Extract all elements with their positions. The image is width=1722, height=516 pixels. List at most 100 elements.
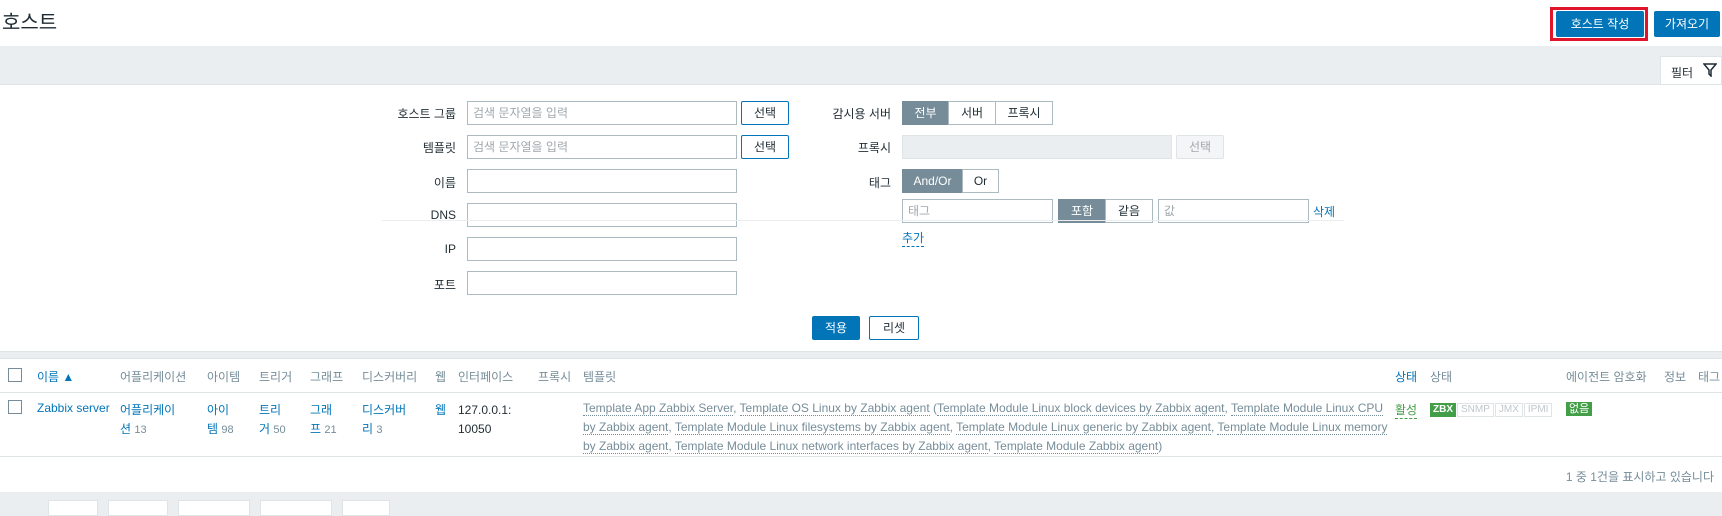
column-web: 웹	[435, 370, 447, 384]
monitored-by-any[interactable]: 전부	[902, 101, 949, 125]
template-link[interactable]: Template Module Zabbix agent	[994, 439, 1159, 454]
template-separator: ,	[668, 420, 675, 434]
column-availability: 상태	[1430, 370, 1453, 384]
mass-action-button[interactable]	[48, 500, 98, 516]
applications-count: 13	[134, 424, 147, 436]
graphs-link[interactable]: 그래	[310, 403, 332, 417]
table-stats: 1 중 1건을 표시하고 있습니다	[1565, 470, 1714, 484]
encryption-badge: 없음	[1566, 402, 1593, 416]
monitored-by-segment: 전부 서버 프록시	[902, 101, 1053, 125]
applications-link-cont[interactable]: 션	[120, 422, 131, 436]
mass-action-button[interactable]	[260, 500, 332, 516]
triggers-link-cont[interactable]: 거	[259, 422, 270, 436]
funnel-icon	[1703, 63, 1717, 77]
status-link[interactable]: 활성	[1395, 401, 1418, 419]
column-graphs: 그래프	[310, 370, 344, 384]
dns-input[interactable]	[467, 203, 737, 227]
filter-separator	[382, 220, 1344, 221]
column-templates: 템플릿	[583, 370, 617, 384]
templates-cell: Template App Zabbix Server, Template OS …	[583, 399, 1388, 456]
interface-cell: 127.0.0.1: 10050	[458, 401, 511, 439]
template-separator: ,	[668, 439, 675, 453]
template-separator: ,	[733, 401, 740, 415]
ipmi-badge: IPMI	[1523, 403, 1553, 417]
row-separator	[0, 456, 1722, 457]
monitored-by-server[interactable]: 서버	[948, 101, 996, 125]
snmp-badge: SNMP	[1457, 403, 1494, 417]
column-items: 아이템	[207, 370, 241, 384]
template-paren-close: )	[1158, 439, 1163, 453]
column-proxy: 프록시	[538, 370, 572, 384]
mass-action-button[interactable]	[342, 500, 390, 516]
ip-label: IP	[444, 242, 456, 256]
ip-input[interactable]	[467, 237, 737, 261]
port-input[interactable]	[467, 271, 737, 295]
availability-badges: ZBX SNMP JMX IPMI	[1430, 401, 1553, 417]
tag-remove-link[interactable]: 삭제	[1313, 203, 1336, 221]
tags-operator-segment: And/Or Or	[902, 169, 999, 193]
applications-link[interactable]: 어플리케이	[120, 403, 175, 417]
filter-tab-label: 필터	[1671, 66, 1694, 80]
column-triggers: 트리거	[259, 370, 293, 384]
zbx-badge: ZBX	[1430, 403, 1456, 417]
proxy-select-button: 선택	[1176, 135, 1224, 159]
template-input[interactable]	[467, 135, 737, 159]
template-link[interactable]: Template Module Linux block devices by Z…	[937, 401, 1225, 416]
discovery-cell: 디스커버 리 3	[362, 401, 406, 440]
template-link[interactable]: Template Module Linux generic by Zabbix …	[956, 420, 1211, 435]
monitored-by-proxy[interactable]: 프록시	[995, 101, 1053, 125]
graphs-link-cont[interactable]: 프	[310, 422, 321, 436]
encryption-badge-wrap: 없음	[1566, 401, 1593, 416]
discovery-count: 3	[376, 424, 383, 436]
tags-label: 태그	[868, 176, 891, 190]
template-paren-open: (	[929, 401, 937, 415]
page-title: 호스트	[2, 12, 58, 34]
triggers-count: 50	[273, 424, 286, 436]
row-checkbox[interactable]	[8, 400, 22, 414]
template-link[interactable]: Template Module Linux filesystems by Zab…	[674, 420, 950, 435]
column-discovery: 디스커버리	[362, 370, 418, 384]
web-link[interactable]: 웹	[435, 401, 446, 418]
filter-panel	[0, 84, 1722, 352]
host-name-link[interactable]: Zabbix server	[37, 401, 110, 415]
mass-action-button[interactable]	[178, 500, 250, 516]
host-group-input[interactable]	[467, 101, 737, 125]
items-link-cont[interactable]: 템	[207, 422, 218, 436]
monitored-by-label: 감시용 서버	[832, 107, 891, 121]
header-separator	[0, 392, 1722, 393]
tags-operator-or[interactable]: Or	[962, 169, 999, 193]
tags-operator-andor[interactable]: And/Or	[902, 169, 963, 193]
discovery-link[interactable]: 디스커버	[362, 403, 406, 417]
template-link[interactable]: Template OS Linux by Zabbix agent	[739, 401, 930, 416]
filter-tab[interactable]: 필터	[1660, 56, 1722, 85]
graphs-count: 21	[324, 424, 337, 436]
select-all-checkbox[interactable]	[8, 368, 22, 382]
applications-cell: 어플리케이 션 13	[120, 401, 175, 440]
name-input[interactable]	[467, 169, 737, 193]
reset-button[interactable]: 리셋	[869, 316, 919, 340]
column-agent-encryption: 에이전트 암호화	[1566, 370, 1647, 384]
mass-action-button[interactable]	[108, 500, 168, 516]
items-count: 98	[221, 424, 234, 436]
port-label: 포트	[433, 278, 456, 292]
highlight-box	[1550, 7, 1648, 41]
host-group-label: 호스트 그룹	[397, 107, 456, 121]
proxy-label: 프록시	[857, 141, 891, 155]
template-link[interactable]: Template App Zabbix Server	[583, 401, 734, 416]
column-name[interactable]: 이름 ▲	[37, 368, 74, 385]
template-separator: ,	[1224, 401, 1231, 415]
column-status[interactable]: 상태	[1395, 368, 1417, 385]
apply-button[interactable]: 적용	[812, 316, 860, 340]
triggers-cell: 트리 거 50	[259, 401, 286, 440]
name-label: 이름	[433, 176, 456, 190]
template-link[interactable]: Template Module Linux network interfaces…	[674, 439, 988, 454]
triggers-link[interactable]: 트리	[259, 403, 281, 417]
tag-add-link[interactable]: 추가	[902, 229, 925, 247]
top-bar	[0, 0, 1722, 46]
items-link[interactable]: 아이	[207, 403, 229, 417]
column-applications: 어플리케이션	[120, 370, 187, 384]
import-button[interactable]: 가져오기	[1654, 11, 1720, 37]
discovery-link-cont[interactable]: 리	[362, 422, 373, 436]
items-cell: 아이 템 98	[207, 401, 234, 440]
interface-port: 10050	[458, 422, 492, 436]
